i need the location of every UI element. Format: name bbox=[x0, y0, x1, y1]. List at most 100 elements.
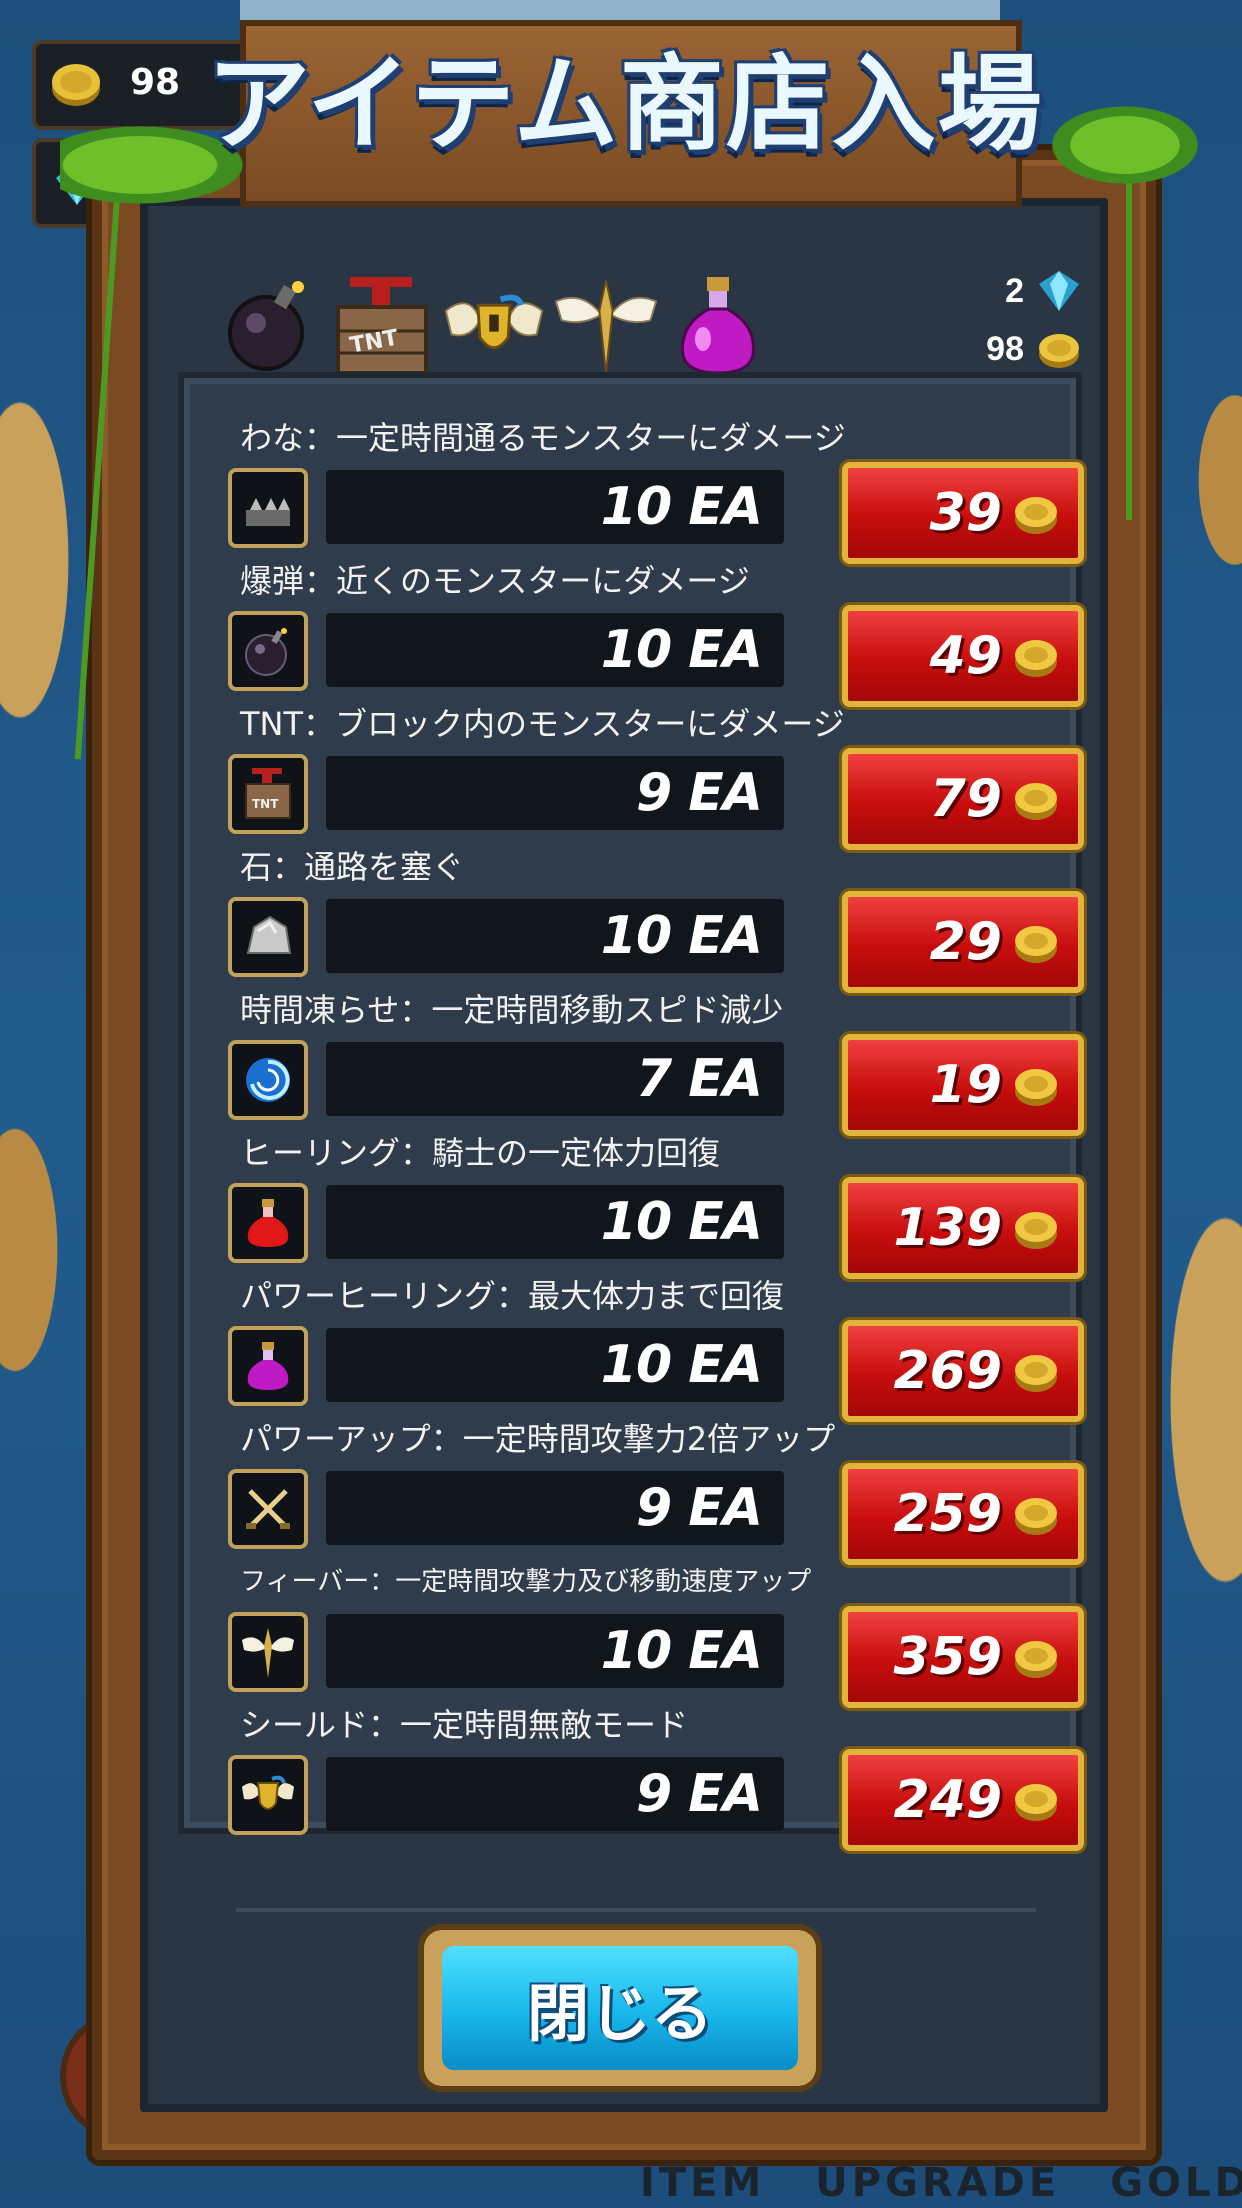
list-item: ヒーリング：騎士の一定体力回復 10 EA 139 bbox=[228, 1133, 1084, 1279]
coin-icon bbox=[1015, 1498, 1057, 1535]
coin-icon bbox=[1015, 497, 1057, 534]
item-description: 爆弾：近くのモンスターにダメージ bbox=[240, 562, 750, 600]
winged-sword-icon bbox=[228, 1612, 308, 1692]
coin-icon bbox=[1015, 1069, 1057, 1106]
quantity-display: 10 EA bbox=[326, 470, 784, 544]
tab-upgrade: UPGRADE bbox=[815, 2160, 1061, 2206]
item-quantity: 9 EA bbox=[635, 1764, 763, 1824]
close-button-face[interactable]: 閉じる bbox=[442, 1946, 798, 2070]
item-price: 79 bbox=[929, 769, 1002, 829]
quantity-display: 10 EA bbox=[326, 899, 784, 973]
tab-item: ITEM bbox=[640, 2160, 766, 2206]
list-item: パワーヒーリング：最大体力まで回復 10 EA 269 bbox=[228, 1276, 1084, 1422]
item-price: 139 bbox=[893, 1198, 1002, 1258]
time-freeze-icon bbox=[228, 1040, 308, 1120]
buy-button[interactable]: 29 bbox=[842, 891, 1084, 993]
quantity-display: 10 EA bbox=[326, 1614, 784, 1688]
list-item: 石：通路を塞ぐ 10 EA 29 bbox=[228, 847, 1084, 993]
item-quantity: 10 EA bbox=[600, 1335, 763, 1395]
list-item: 爆弾：近くのモンスターにダメージ 10 EA 49 bbox=[228, 561, 1084, 707]
item-description: 石：通路を塞ぐ bbox=[240, 848, 465, 886]
item-quantity: 7 EA bbox=[635, 1049, 763, 1109]
item-description: ヒーリング：騎士の一定体力回復 bbox=[240, 1134, 721, 1172]
quantity-display: 9 EA bbox=[326, 1471, 784, 1545]
item-quantity: 10 EA bbox=[600, 1621, 763, 1681]
red-potion-icon bbox=[228, 1183, 308, 1263]
item-list[interactable]: わな：一定時間通るモンスターにダメージ 10 EA 39 爆弾：近くのモンスター… bbox=[184, 378, 1084, 1851]
coin-icon bbox=[1039, 334, 1079, 368]
item-quantity: 10 EA bbox=[600, 620, 763, 680]
coin-icon bbox=[1015, 1355, 1057, 1392]
item-quantity: 10 EA bbox=[600, 477, 763, 537]
item-quantity: 9 EA bbox=[635, 1478, 763, 1538]
buy-button[interactable]: 269 bbox=[842, 1320, 1084, 1422]
tnt-icon: TNT bbox=[228, 754, 308, 834]
list-item: フィーバー：一定時間攻撃力及び移動速度アップ 10 EA 359 bbox=[228, 1562, 1084, 1708]
quantity-display: 10 EA bbox=[326, 1185, 784, 1259]
item-description: 時間凍らせ：一定時間移動スピド減少 bbox=[240, 991, 784, 1029]
gem-icon bbox=[1039, 271, 1079, 311]
buy-button[interactable]: 139 bbox=[842, 1177, 1084, 1279]
buy-button[interactable]: 79 bbox=[842, 748, 1084, 850]
shop-title: アイテム商店入場 bbox=[206, 43, 1044, 165]
purple-potion-icon bbox=[228, 1326, 308, 1406]
item-description: パワーヒーリング：最大体力まで回復 bbox=[240, 1277, 785, 1315]
buy-button[interactable]: 39 bbox=[842, 462, 1084, 564]
vine-decoration bbox=[1126, 180, 1132, 520]
winged-sword-icon bbox=[554, 270, 658, 380]
coin-icon bbox=[1015, 640, 1057, 677]
tab-gold: GOLD bbox=[1110, 2160, 1242, 2206]
bomb-icon bbox=[228, 611, 308, 691]
list-item: 時間凍らせ：一定時間移動スピド減少 7 EA 19 bbox=[228, 990, 1084, 1136]
quantity-display: 9 EA bbox=[326, 756, 784, 830]
coin-icon bbox=[52, 64, 100, 106]
winged-shield-icon bbox=[228, 1755, 308, 1835]
coin-icon bbox=[1015, 783, 1057, 820]
buy-button[interactable]: 249 bbox=[842, 1749, 1084, 1851]
bottom-tabs: ITEM UPGRADE GOLD bbox=[640, 2160, 1242, 2208]
item-description: シールド：一定時間無敵モード bbox=[240, 1706, 689, 1744]
bomb-icon bbox=[218, 270, 322, 380]
coin-icon bbox=[1015, 1641, 1057, 1678]
buy-button[interactable]: 19 bbox=[842, 1034, 1084, 1136]
tnt-icon: TNT bbox=[330, 270, 434, 380]
item-description: TNT：ブロック内のモンスターにダメージ bbox=[240, 705, 845, 743]
item-price: 269 bbox=[893, 1341, 1002, 1401]
crossed-swords-icon bbox=[228, 1469, 308, 1549]
svg-text:TNT: TNT bbox=[252, 797, 279, 811]
item-price: 19 bbox=[929, 1055, 1002, 1115]
close-button-label: 閉じる bbox=[526, 1977, 713, 2050]
item-quantity: 10 EA bbox=[600, 1192, 763, 1252]
list-item: シールド：一定時間無敵モード 9 EA 249 bbox=[228, 1705, 1084, 1851]
coin-balance: 98 bbox=[986, 320, 1082, 378]
map-top-strip bbox=[240, 0, 1000, 20]
item-quantity: 10 EA bbox=[600, 906, 763, 966]
trap-icon bbox=[228, 468, 308, 548]
quantity-display: 9 EA bbox=[326, 1757, 784, 1831]
close-button[interactable]: 閉じる bbox=[424, 1930, 816, 2086]
list-item: わな：一定時間通るモンスターにダメージ 10 EA 39 bbox=[228, 418, 1084, 564]
buy-button[interactable]: 259 bbox=[842, 1463, 1084, 1565]
list-item: パワーアップ：一定時間攻撃力2倍アップ 9 EA 259 bbox=[228, 1419, 1084, 1565]
item-description: パワーアップ：一定時間攻撃力2倍アップ bbox=[240, 1420, 836, 1458]
item-description: わな：一定時間通るモンスターにダメージ bbox=[240, 419, 846, 457]
item-price: 29 bbox=[929, 912, 1002, 972]
coin-icon bbox=[1015, 926, 1057, 963]
coin-icon bbox=[1015, 1784, 1057, 1821]
divider bbox=[236, 1908, 1036, 1912]
purple-potion-icon bbox=[666, 270, 770, 380]
gem-count: 2 bbox=[1005, 271, 1024, 310]
winged-shield-icon bbox=[442, 270, 546, 380]
quantity-display: 10 EA bbox=[326, 1328, 784, 1402]
item-price: 249 bbox=[893, 1770, 1002, 1830]
quantity-display: 10 EA bbox=[326, 613, 784, 687]
coin-icon bbox=[1015, 1212, 1057, 1249]
item-showcase: TNT bbox=[218, 270, 770, 380]
item-quantity: 9 EA bbox=[635, 763, 763, 823]
item-price: 49 bbox=[929, 626, 1002, 686]
buy-button[interactable]: 49 bbox=[842, 605, 1084, 707]
buy-button[interactable]: 359 bbox=[842, 1606, 1084, 1708]
list-item: TNT：ブロック内のモンスターにダメージ TNT 9 EA 79 bbox=[228, 704, 1084, 850]
currency-display: 2 98 bbox=[986, 262, 1082, 378]
item-price: 359 bbox=[893, 1627, 1002, 1687]
